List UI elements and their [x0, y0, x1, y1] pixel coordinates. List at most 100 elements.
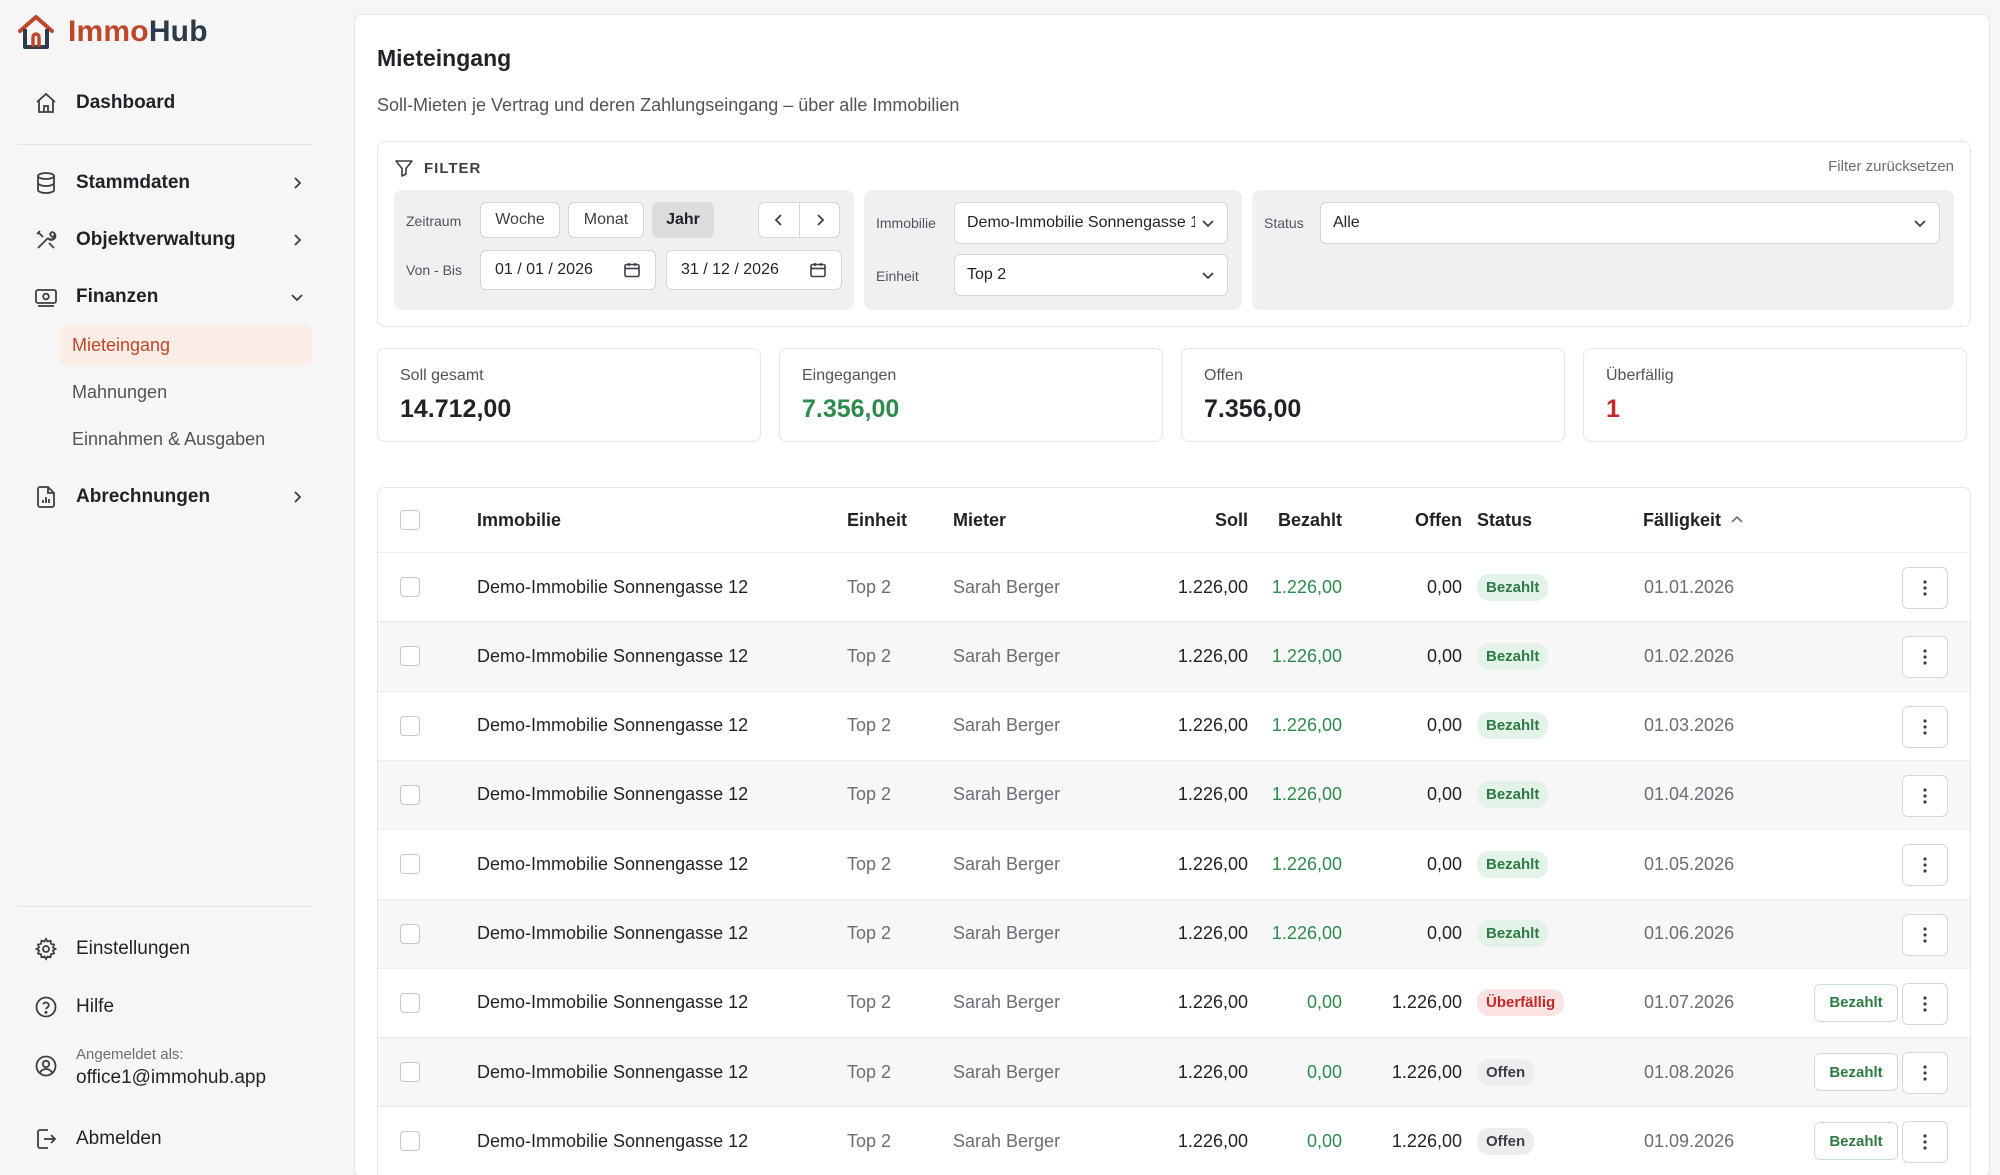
table-row[interactable]: Demo-Immobilie Sonnengasse 12 Top 2 Sarah …	[378, 552, 1970, 621]
chevron-left-icon[interactable]	[759, 203, 799, 237]
period-month-button[interactable]: Monat	[568, 202, 644, 238]
cell-bezahlt: 1.226,00	[1271, 576, 1342, 597]
row-actions-button[interactable]	[1902, 567, 1948, 609]
period-week-button[interactable]: Woche	[480, 202, 560, 238]
row-checkbox[interactable]	[400, 553, 420, 621]
cell-immobilie: Demo-Immobilie Sonnengasse 12	[477, 715, 749, 736]
calendar-icon[interactable]	[809, 261, 827, 279]
col-status[interactable]: Status	[1477, 488, 1532, 552]
table-row[interactable]: Demo-Immobilie Sonnengasse 12 Top 2 Sarah …	[378, 898, 1970, 968]
status-badge: Bezahlt	[1477, 761, 1549, 829]
nav-dashboard[interactable]: Dashboard	[18, 80, 312, 126]
chevron-right-icon[interactable]	[799, 203, 839, 237]
row-actions-button[interactable]	[1902, 774, 1948, 817]
row-actions-button[interactable]	[1902, 1121, 1948, 1164]
row-checkbox[interactable]	[400, 900, 420, 968]
col-faelligkeit[interactable]: Fälligkeit	[1643, 488, 1745, 552]
cell-faelligkeit: 01.02.2026	[1644, 645, 1735, 666]
cell-soll: 1.226,00	[1177, 1061, 1248, 1082]
cell-immobilie: Demo-Immobilie Sonnengasse 12	[477, 853, 749, 874]
col-bezahlt[interactable]: Bezahlt	[1242, 488, 1342, 552]
status-select[interactable]: Alle	[1320, 202, 1940, 244]
app-logo[interactable]: ImmoHub	[16, 12, 208, 52]
nav-finanzen[interactable]: Finanzen	[18, 274, 312, 320]
cell-faelligkeit: 01.04.2026	[1644, 784, 1735, 805]
sidebar-item-mieteingang[interactable]: Mieteingang	[60, 325, 312, 365]
kpi-eingegangen: Eingegangen 7.356,00	[779, 348, 1163, 442]
sidebar-item-einnahmen-ausgaben[interactable]: Einnahmen & Ausgaben	[60, 419, 312, 459]
status-badge: Bezahlt	[1477, 830, 1549, 898]
cell-immobilie: Demo-Immobilie Sonnengasse 12	[477, 576, 749, 597]
mark-paid-button[interactable]: Bezahlt	[1814, 1053, 1898, 1092]
cell-bezahlt: 1.226,00	[1271, 784, 1342, 805]
select-all-checkbox[interactable]	[400, 488, 420, 552]
cell-einheit: Top 2	[847, 645, 892, 666]
row-actions-button[interactable]	[1902, 1052, 1948, 1095]
nav-hilfe[interactable]: Hilfe	[18, 984, 312, 1030]
report-document-icon	[22, 485, 70, 509]
col-immobilie[interactable]: Immobilie	[477, 488, 561, 552]
cell-bezahlt: 1.226,00	[1271, 853, 1342, 874]
row-actions-button[interactable]	[1902, 982, 1948, 1025]
row-actions-button[interactable]	[1902, 913, 1948, 956]
mark-paid-button[interactable]: Bezahlt	[1814, 983, 1898, 1022]
filter-reset-link[interactable]: Filter zurücksetzen	[1828, 158, 1954, 175]
row-checkbox[interactable]	[400, 1038, 420, 1106]
nav-abmelden[interactable]: Abmelden	[18, 1116, 312, 1162]
table-row[interactable]: Demo-Immobilie Sonnengasse 12 Top 2 Sarah …	[378, 1037, 1970, 1107]
col-mieter[interactable]: Mieter	[953, 488, 1006, 552]
cell-mieter: Sarah Berger	[953, 1130, 1061, 1151]
nav-abrechnungen[interactable]: Abrechnungen	[18, 474, 312, 520]
row-checkbox[interactable]	[400, 692, 420, 760]
table-row[interactable]: Demo-Immobilie Sonnengasse 12 Top 2 Sarah …	[378, 759, 1970, 829]
date-from-input[interactable]: 01 / 01 / 2026	[480, 250, 656, 290]
row-checkbox[interactable]	[400, 622, 420, 690]
table-row[interactable]: Demo-Immobilie Sonnengasse 12 Top 2 Sarah …	[378, 621, 1970, 691]
row-checkbox[interactable]	[400, 1107, 420, 1175]
cell-soll: 1.226,00	[1177, 1130, 1248, 1151]
more-vertical-icon	[1922, 578, 1928, 598]
nav-stammdaten[interactable]: Stammdaten	[18, 160, 312, 206]
main-panel: Mieteingang Soll-Mieten je Vertrag und d…	[354, 14, 1990, 1175]
gear-icon	[22, 937, 70, 961]
table-row[interactable]: Demo-Immobilie Sonnengasse 12 Top 2 Sarah …	[378, 967, 1970, 1037]
table-row[interactable]: Demo-Immobilie Sonnengasse 12 Top 2 Sarah …	[378, 829, 1970, 898]
user-icon	[22, 1046, 70, 1078]
cell-offen: 0,00	[1426, 715, 1462, 736]
more-vertical-icon	[1922, 1132, 1928, 1152]
col-soll[interactable]: Soll	[1148, 488, 1248, 552]
property-filter-group: Immobilie Demo-Immobilie Sonnengasse 12 …	[864, 190, 1242, 310]
kpi-label: Soll gesamt	[400, 367, 484, 384]
filter-panel: FILTER Filter zurücksetzen Zeitraum Woch…	[377, 141, 1971, 327]
einheit-select[interactable]: Top 2	[954, 254, 1228, 296]
calendar-icon[interactable]	[623, 261, 641, 279]
period-year-button[interactable]: Jahr	[652, 202, 714, 238]
sidebar-item-mahnungen[interactable]: Mahnungen	[60, 372, 312, 412]
nav-einstellungen[interactable]: Einstellungen	[18, 926, 312, 972]
table-row[interactable]: Demo-Immobilie Sonnengasse 12 Top 2 Sarah …	[378, 690, 1970, 760]
col-offen[interactable]: Offen	[1362, 488, 1462, 552]
row-actions-button[interactable]	[1902, 844, 1948, 887]
cell-bezahlt: 1.226,00	[1271, 923, 1342, 943]
immobilie-select[interactable]: Demo-Immobilie Sonnengasse 12	[954, 202, 1228, 244]
row-actions-button[interactable]	[1902, 636, 1948, 679]
row-actions-button[interactable]	[1902, 705, 1948, 748]
logged-in-user: Angemeldet als: office1@immohub.app	[18, 1046, 266, 1089]
database-icon	[22, 171, 70, 195]
mark-paid-button[interactable]: Bezahlt	[1814, 1122, 1898, 1161]
status-select-value: Alle	[1333, 214, 1360, 231]
row-checkbox[interactable]	[400, 969, 420, 1037]
date-to-input[interactable]: 31 / 12 / 2026	[666, 250, 842, 290]
row-checkbox[interactable]	[400, 761, 420, 829]
nav-stammdaten-label: Stammdaten	[76, 172, 191, 193]
immobilie-select-value: Demo-Immobilie Sonnengasse 12	[967, 214, 1195, 231]
cell-offen: 0,00	[1426, 853, 1462, 874]
cell-immobilie: Demo-Immobilie Sonnengasse 12	[477, 1130, 749, 1151]
cell-faelligkeit: 01.06.2026	[1644, 923, 1735, 943]
table-row[interactable]: Demo-Immobilie Sonnengasse 12 Top 2 Sarah …	[378, 1106, 1970, 1175]
banknote-icon	[22, 285, 70, 309]
col-einheit[interactable]: Einheit	[847, 488, 907, 552]
nav-objektverwaltung[interactable]: Objektverwaltung	[18, 217, 312, 263]
nav-einstellungen-label: Einstellungen	[76, 938, 191, 959]
row-checkbox[interactable]	[400, 830, 420, 898]
